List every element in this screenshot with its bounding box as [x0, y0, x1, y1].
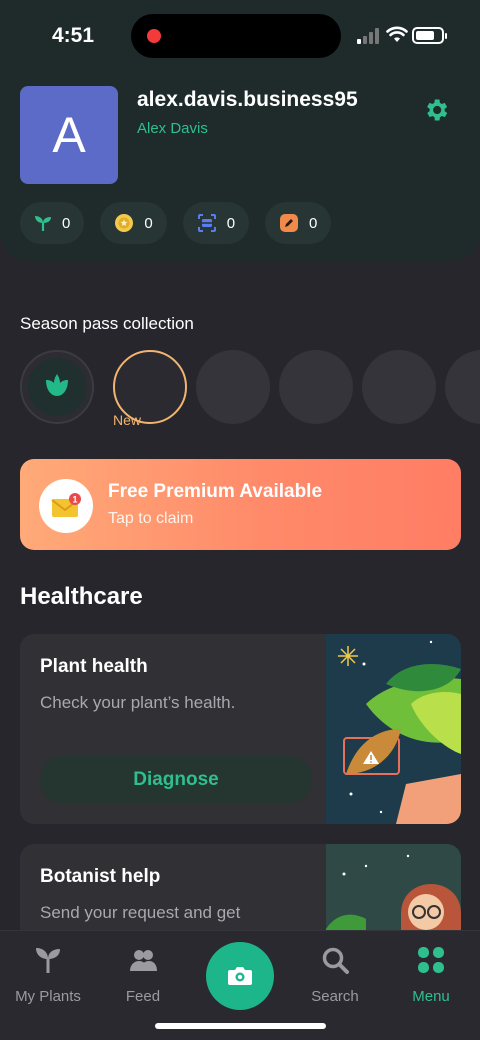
nav-search[interactable]: Search	[290, 945, 380, 1005]
people-icon	[130, 950, 157, 971]
plant-health-card[interactable]: Plant health Check your plant’s health. …	[20, 634, 461, 824]
camera-icon	[228, 967, 252, 985]
nav-label: Search	[311, 988, 359, 1005]
camera-button[interactable]	[206, 942, 274, 1010]
stat-value: 0	[144, 214, 153, 232]
recording-indicator	[147, 29, 161, 43]
dynamic-island	[131, 14, 341, 58]
display-name: Alex Davis	[137, 120, 208, 137]
status-bar: 4:51	[0, 0, 480, 72]
season-badge-empty[interactable]	[196, 350, 270, 424]
notification-count: 1	[72, 495, 77, 505]
plant-icon	[36, 948, 60, 973]
tulip-icon	[46, 374, 68, 396]
diagnose-button[interactable]: Diagnose	[40, 756, 312, 804]
nav-feed[interactable]: Feed	[98, 945, 188, 1005]
stat-scans[interactable]: 0	[182, 202, 250, 244]
wifi-icon	[386, 26, 408, 42]
nav-menu[interactable]: Menu	[386, 945, 476, 1005]
healthcare-heading: Healthcare	[20, 583, 143, 610]
search-icon	[322, 947, 349, 974]
mail-icon: 1	[39, 479, 93, 533]
battery-icon	[412, 27, 447, 44]
free-premium-banner[interactable]: 1 Free Premium Available Tap to claim	[20, 459, 461, 550]
card-subtitle: Send your request and get	[40, 903, 241, 922]
stat-value: 0	[309, 214, 318, 232]
stat-coins[interactable]: 0	[100, 202, 167, 244]
card-subtitle: Check your plant’s health.	[40, 693, 236, 712]
stat-value: 0	[226, 214, 236, 232]
stat-plants[interactable]: 0	[20, 202, 85, 244]
season-badge-empty[interactable]	[445, 350, 480, 424]
promo-subtitle: Tap to claim	[108, 510, 194, 527]
gear-icon[interactable]	[422, 96, 450, 124]
username: alex.davis.business95	[137, 88, 358, 111]
stats-row: 0 0 0 0	[20, 202, 332, 244]
plant-health-illustration	[326, 634, 461, 824]
season-pass-badges	[20, 348, 480, 428]
sprout-icon	[35, 216, 51, 231]
new-badge-label: New	[113, 412, 142, 428]
nav-label: Menu	[412, 988, 450, 1005]
card-title: Botanist help	[40, 866, 161, 887]
card-title: Plant health	[40, 656, 148, 677]
signal-icon	[357, 28, 379, 44]
grid-icon	[418, 947, 444, 973]
nav-my-plants[interactable]: My Plants	[3, 945, 93, 1005]
avatar[interactable]: A	[20, 86, 118, 184]
season-badge-tulip[interactable]	[20, 350, 94, 424]
season-pass-title: Season pass collection	[20, 314, 194, 333]
promo-title: Free Premium Available	[108, 481, 323, 502]
status-time: 4:51	[52, 24, 95, 47]
home-indicator[interactable]	[155, 1023, 326, 1029]
nav-label: Feed	[125, 988, 161, 1005]
pencil-badge-icon	[280, 214, 299, 232]
season-badge-empty[interactable]	[362, 350, 436, 424]
stat-value: 0	[62, 214, 71, 232]
coin-icon	[115, 214, 134, 232]
scan-icon	[197, 214, 216, 232]
nav-label: My Plants	[15, 988, 81, 1005]
stat-notes[interactable]: 0	[265, 202, 332, 244]
season-badge-empty[interactable]	[279, 350, 353, 424]
